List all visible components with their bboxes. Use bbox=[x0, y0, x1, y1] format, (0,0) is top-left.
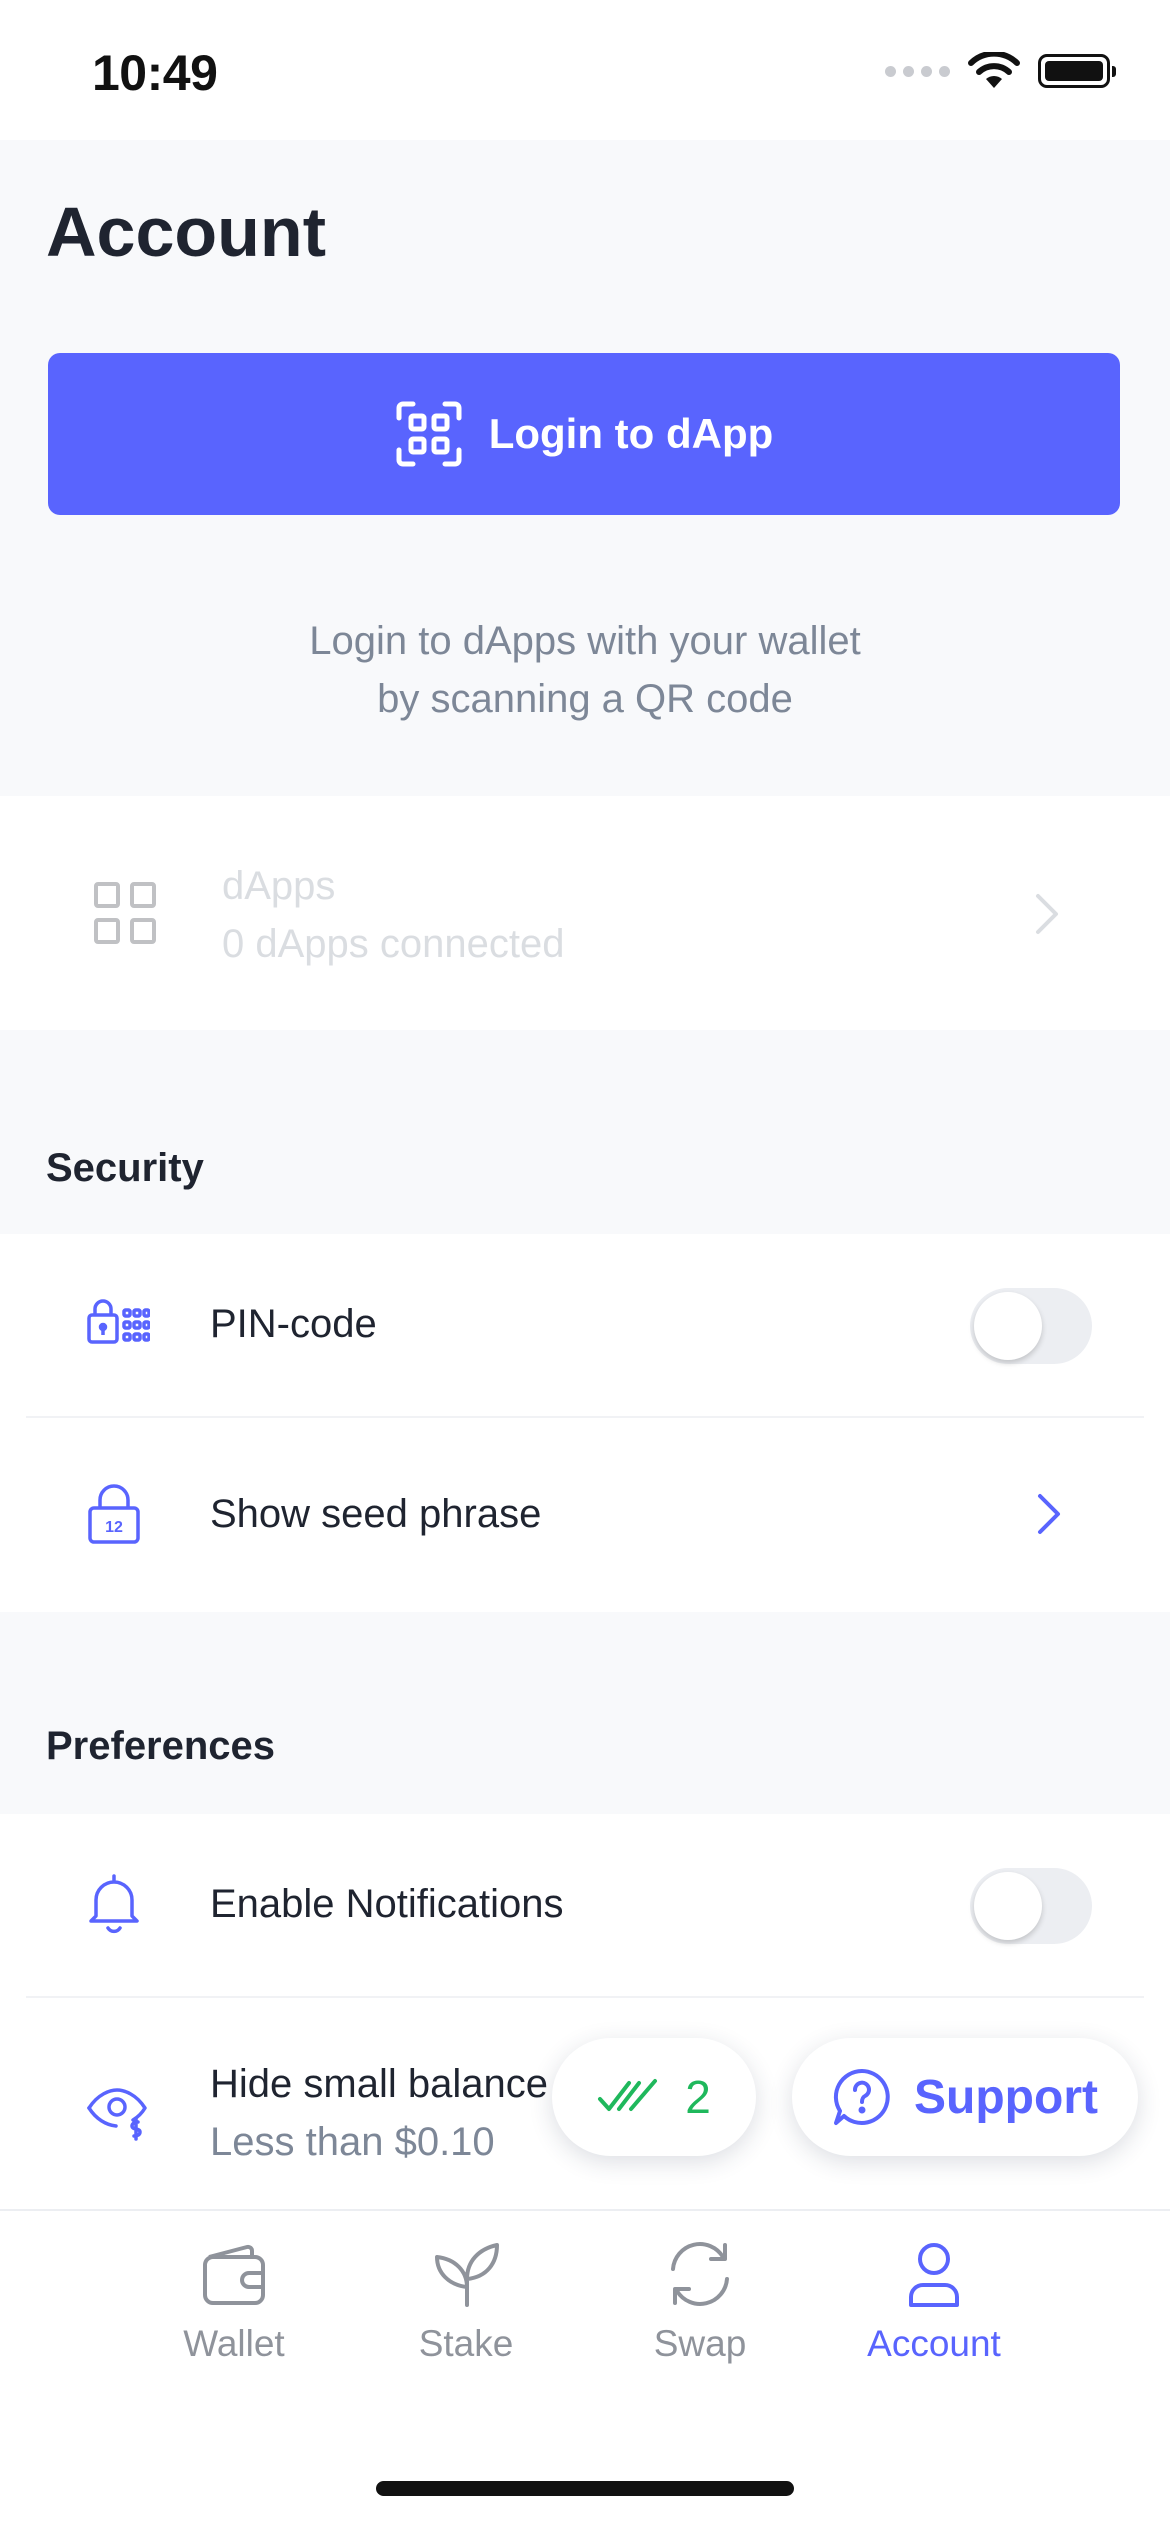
toggle-knob bbox=[974, 1872, 1042, 1940]
status-bar: 10:49 bbox=[0, 0, 1170, 140]
transactions-count: 2 bbox=[685, 2071, 711, 2123]
tab-account-label: Account bbox=[867, 2323, 1001, 2364]
cellular-signal-icon bbox=[885, 65, 950, 77]
tab-swap[interactable]: Swap bbox=[600, 2239, 800, 2365]
show-seed-phrase-label: Show seed phrase bbox=[210, 1492, 542, 1536]
dapps-title: dApps bbox=[222, 864, 336, 908]
grid-icon bbox=[94, 882, 156, 944]
security-section-header: Security bbox=[0, 1030, 1170, 1234]
preferences-section-title: Preferences bbox=[46, 1724, 276, 1768]
pin-lock-icon bbox=[87, 1299, 150, 1344]
swap-icon bbox=[671, 2242, 729, 2306]
dapps-row[interactable]: dApps 0 dApps connected bbox=[0, 796, 1170, 1030]
tab-swap-label: Swap bbox=[653, 2323, 747, 2364]
toggle-knob bbox=[974, 1292, 1042, 1360]
preferences-section-header: Preferences bbox=[0, 1612, 1170, 1814]
notifications-toggle[interactable] bbox=[970, 1868, 1092, 1944]
double-check-icon bbox=[598, 2079, 658, 2111]
tab-account[interactable]: Account bbox=[834, 2239, 1034, 2365]
page-title: Account bbox=[46, 193, 326, 271]
tab-stake-label: Stake bbox=[418, 2323, 514, 2364]
pin-code-label: PIN-code bbox=[210, 1302, 377, 1346]
status-indicators bbox=[885, 52, 1116, 90]
battery-icon bbox=[1038, 54, 1116, 88]
account-header: Account Login to dApp Login to dApps wit… bbox=[0, 140, 1170, 796]
seed-lock-icon: 12 bbox=[88, 1484, 140, 1544]
user-icon bbox=[909, 2243, 959, 2307]
hide-small-balance-label: Hide small balance bbox=[210, 2062, 548, 2106]
tab-wallet[interactable]: Wallet bbox=[134, 2239, 334, 2365]
chevron-right-icon bbox=[1038, 1494, 1060, 1534]
enable-notifications-row: Enable Notifications bbox=[0, 1814, 1170, 1998]
dapps-subtitle: 0 dApps connected bbox=[222, 922, 565, 966]
transactions-pill[interactable]: 2 bbox=[552, 2038, 756, 2156]
show-seed-phrase-row[interactable]: 12 Show seed phrase bbox=[0, 1418, 1170, 1612]
wifi-icon bbox=[968, 52, 1020, 88]
hide-small-balance-sublabel: Less than $0.10 bbox=[210, 2120, 495, 2164]
help-chat-icon bbox=[833, 2068, 890, 2125]
login-hint-line-2: by scanning a QR code bbox=[377, 677, 793, 721]
tab-wallet-label: Wallet bbox=[183, 2323, 285, 2364]
pin-code-toggle[interactable] bbox=[970, 1288, 1092, 1364]
wallet-icon bbox=[203, 2244, 265, 2305]
status-time: 10:49 bbox=[92, 45, 218, 101]
tab-stake[interactable]: Stake bbox=[366, 2239, 566, 2365]
home-indicator bbox=[376, 2481, 794, 2496]
enable-notifications-label: Enable Notifications bbox=[210, 1882, 564, 1926]
eye-dollar-icon bbox=[87, 2088, 147, 2141]
login-to-dapp-button[interactable]: Login to dApp bbox=[48, 353, 1120, 515]
support-label: Support bbox=[914, 2070, 1098, 2124]
pin-code-row: PIN-code bbox=[0, 1234, 1170, 1418]
bell-icon bbox=[89, 1874, 139, 1934]
qr-scan-icon bbox=[396, 401, 462, 467]
login-hint: Login to dApps with your wallet by scann… bbox=[0, 612, 1170, 728]
login-hint-line-1: Login to dApps with your wallet bbox=[309, 619, 861, 663]
login-button-label: Login to dApp bbox=[488, 410, 774, 457]
support-button[interactable]: Support bbox=[792, 2038, 1138, 2156]
chevron-right-icon bbox=[1036, 894, 1058, 934]
seed-lock-badge: 12 bbox=[105, 1519, 123, 1536]
sprout-icon bbox=[435, 2243, 499, 2307]
security-section-title: Security bbox=[46, 1146, 204, 1190]
